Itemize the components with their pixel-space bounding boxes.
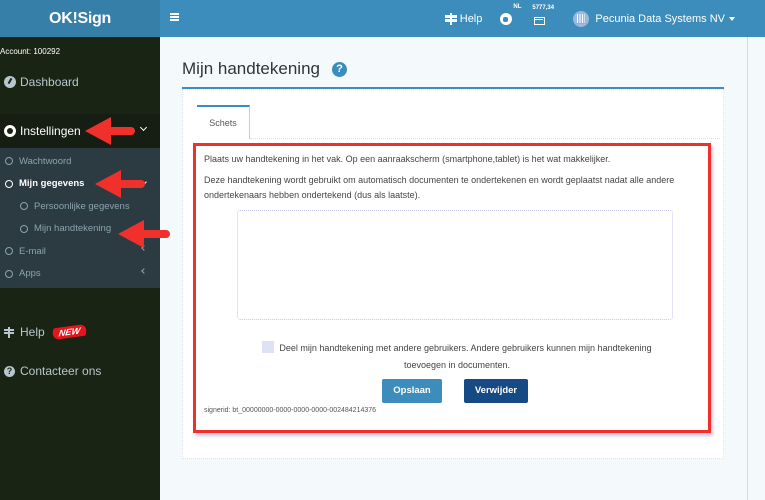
credit-card-icon	[534, 16, 546, 25]
chevron-down-icon	[139, 123, 148, 132]
main-content: Mijn handtekening ? Schets Plaats uw han…	[160, 37, 748, 500]
app-logo[interactable]: OK!Sign	[0, 0, 160, 37]
help-link-label: Help	[459, 12, 483, 25]
hamburger-menu-icon[interactable]	[170, 13, 179, 21]
language-selector[interactable]: NL	[500, 4, 521, 25]
share-signature-row: Deel mijn handtekening met andere gebrui…	[242, 340, 672, 374]
highlighted-signature-area: Plaats uw handtekening in het vak. Op ee…	[193, 143, 711, 433]
signpost-icon	[444, 12, 457, 25]
signpost-icon	[4, 326, 14, 338]
language-code: NL	[513, 3, 522, 10]
sidebar-item-label: Mijn gegevens	[19, 178, 85, 190]
credit-amount: 5777,34	[532, 4, 555, 11]
help-link[interactable]: Help	[444, 12, 483, 25]
signer-id: signerid: bt_00000000-0000-0000-0000-002…	[204, 407, 377, 414]
sidebar-item-label: Help	[20, 325, 45, 339]
circle-icon	[5, 247, 13, 256]
circle-icon	[20, 224, 28, 233]
sidebar-item-label: Mijn handtekening	[34, 223, 112, 235]
cogs-icon	[4, 125, 16, 137]
sidebar-item-apps[interactable]: Apps	[0, 263, 160, 286]
circle-icon	[5, 157, 13, 166]
settings-submenu: Wachtwoord Mijn gegevens Persoonlijke ge…	[0, 148, 160, 288]
sidebar-item-persoonlijke-gegevens[interactable]: Persoonlijke gegevens	[0, 195, 160, 218]
sidebar-item-instellingen[interactable]: Instellingen	[0, 114, 160, 148]
sidebar-item-label: Contacteer ons	[20, 364, 102, 378]
building-icon	[573, 10, 590, 27]
new-badge: NEW	[51, 323, 87, 341]
sidebar-item-contacteer-ons[interactable]: ? Contacteer ons	[0, 355, 160, 387]
save-button[interactable]: Opslaan	[382, 379, 442, 403]
account-number: Account: 100292	[0, 47, 61, 56]
dashboard-icon	[4, 76, 16, 88]
globe-icon	[500, 12, 513, 25]
usage-description: Deze handtekening wordt gebruikt om auto…	[204, 175, 675, 200]
company-name: Pecunia Data Systems NV	[595, 12, 725, 25]
share-signature-label: Deel mijn handtekening met andere gebrui…	[279, 343, 652, 370]
credit-balance[interactable]: 5777,34	[532, 5, 554, 25]
chevron-left-icon	[141, 267, 147, 274]
instruction-text: Plaats uw handtekening in het vak. Op ee…	[204, 154, 611, 164]
signature-pad[interactable]	[237, 210, 673, 320]
top-navbar: OK!Sign Help NL 5777,34 Pecunia Data Sys…	[0, 0, 765, 37]
annotation-arrow	[85, 117, 135, 145]
annotation-arrow	[118, 220, 170, 248]
sidebar: Account: 100292 Dashboard Instellingen W…	[0, 37, 160, 500]
circle-icon	[5, 179, 13, 188]
delete-button[interactable]: Verwijder	[464, 379, 528, 403]
caret-down-icon	[729, 16, 735, 21]
sidebar-item-label: Dashboard	[20, 75, 79, 89]
signature-panel: Schets Plaats uw handtekening in het vak…	[182, 89, 724, 459]
sidebar-item-label: Apps	[19, 268, 41, 280]
question-circle-icon: ?	[4, 365, 15, 377]
circle-icon	[20, 202, 28, 211]
tab-schets[interactable]: Schets	[197, 105, 250, 139]
sidebar-item-wachtwoord[interactable]: Wachtwoord	[0, 150, 160, 173]
sidebar-item-help[interactable]: Help NEW	[0, 316, 160, 348]
question-circle-icon[interactable]: ?	[331, 61, 347, 77]
annotation-arrow	[95, 170, 145, 198]
share-signature-checkbox[interactable]	[262, 341, 275, 353]
sidebar-item-label: Wachtwoord	[19, 155, 72, 167]
circle-icon	[5, 269, 13, 278]
tab-divider	[250, 138, 720, 139]
company-menu[interactable]: Pecunia Data Systems NV	[573, 10, 735, 27]
page-title: Mijn handtekening ?	[182, 59, 347, 79]
page-title-text: Mijn handtekening	[182, 59, 320, 78]
sidebar-item-label: E-mail	[19, 245, 46, 257]
sidebar-item-label: Persoonlijke gegevens	[34, 200, 130, 212]
sidebar-item-dashboard[interactable]: Dashboard	[0, 66, 160, 98]
sidebar-item-label: Instellingen	[20, 124, 81, 138]
